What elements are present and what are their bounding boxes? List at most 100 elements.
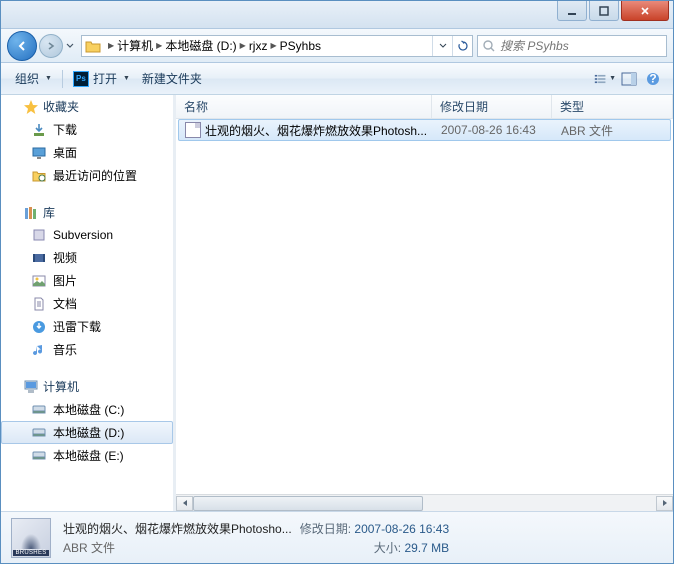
details-filename: 壮观的烟火、烟花爆炸燃放效果Photosho... <box>63 520 292 537</box>
details-pane: BRUSHES 壮观的烟火、烟花爆炸燃放效果Photosho... 修改日期: … <box>1 511 673 563</box>
libraries-header[interactable]: 库 <box>1 201 173 224</box>
sidebar-item-drive-c[interactable]: 本地磁盘 (C:) <box>1 398 173 421</box>
toolbar: 组织 ▼ Ps 打开▼ 新建文件夹 ▼ ? <box>1 63 673 95</box>
open-label: 打开 <box>93 70 117 87</box>
sidebar-item-desktop[interactable]: 桌面 <box>1 141 173 164</box>
sidebar-item-drive-e[interactable]: 本地磁盘 (E:) <box>1 444 173 467</box>
new-folder-label: 新建文件夹 <box>142 70 202 87</box>
computer-label: 计算机 <box>43 378 79 395</box>
minimize-button[interactable] <box>557 1 587 21</box>
item-label: 下载 <box>53 121 77 138</box>
sidebar-item-downloads[interactable]: 下载 <box>1 118 173 141</box>
favorites-header[interactable]: 收藏夹 <box>1 95 173 118</box>
downloads-icon <box>31 122 47 138</box>
breadcrumb: ▶ 计算机 ▶ 本地磁盘 (D:) ▶ rjxz ▶ PSyhbs <box>104 36 325 56</box>
drive-icon <box>31 425 47 441</box>
breadcrumb-item[interactable]: PSyhbs <box>280 39 321 53</box>
file-thumbnail: BRUSHES <box>11 518 51 558</box>
close-button[interactable] <box>621 1 669 21</box>
abr-file-icon <box>185 122 201 138</box>
back-button[interactable] <box>7 31 37 61</box>
item-label: 视频 <box>53 249 77 266</box>
open-with-button[interactable]: Ps 打开▼ <box>67 67 136 90</box>
view-options-button[interactable]: ▼ <box>594 68 616 90</box>
scroll-left-button[interactable] <box>176 496 193 511</box>
title-bar <box>1 1 673 29</box>
navigation-pane: 收藏夹 下载 桌面 最近访问的位置 库 Subversion 视频 图片 文档 … <box>1 95 173 511</box>
file-name: 壮观的烟火、烟花爆炸燃放效果Photosh... <box>205 122 427 139</box>
scroll-track[interactable] <box>193 496 656 511</box>
file-date: 2007-08-26 16:43 <box>433 123 553 137</box>
sidebar-item-music[interactable]: 音乐 <box>1 338 173 361</box>
search-box[interactable] <box>477 35 667 57</box>
breadcrumb-item[interactable]: rjxz <box>249 39 268 53</box>
sidebar-item-documents[interactable]: 文档 <box>1 292 173 315</box>
svg-text:?: ? <box>649 72 656 86</box>
sidebar-item-pictures[interactable]: 图片 <box>1 269 173 292</box>
breadcrumb-item[interactable]: 本地磁盘 (D:) <box>165 37 236 54</box>
computer-icon <box>23 379 39 395</box>
file-type: ABR 文件 <box>553 122 670 139</box>
pictures-icon <box>31 273 47 289</box>
music-icon <box>31 342 47 358</box>
chevron-down-icon: ▼ <box>45 75 52 82</box>
chevron-right-icon[interactable]: ▶ <box>240 41 246 50</box>
nav-bar: ▶ 计算机 ▶ 本地磁盘 (D:) ▶ rjxz ▶ PSyhbs <box>1 29 673 63</box>
sidebar-item-recent[interactable]: 最近访问的位置 <box>1 164 173 187</box>
chevron-right-icon[interactable]: ▶ <box>108 41 114 50</box>
sidebar-item-videos[interactable]: 视频 <box>1 246 173 269</box>
chevron-right-icon[interactable]: ▶ <box>270 41 276 50</box>
computer-header[interactable]: 计算机 <box>1 375 173 398</box>
refresh-button[interactable] <box>452 36 472 56</box>
date-value: 2007-08-26 16:43 <box>354 522 449 536</box>
address-dropdown[interactable] <box>432 36 452 56</box>
new-folder-button[interactable]: 新建文件夹 <box>136 67 208 90</box>
item-label: 图片 <box>53 272 77 289</box>
scroll-right-button[interactable] <box>656 496 673 511</box>
star-icon <box>23 99 39 115</box>
size-label: 大小: <box>374 541 401 555</box>
item-label: Subversion <box>53 228 113 242</box>
help-button[interactable]: ? <box>642 68 664 90</box>
sidebar-item-xunlei[interactable]: 迅雷下载 <box>1 315 173 338</box>
column-type[interactable]: 类型 <box>552 95 673 118</box>
divider <box>62 70 63 88</box>
details-filetype: ABR 文件 <box>63 539 115 556</box>
libraries-label: 库 <box>43 204 55 221</box>
file-list-pane: 名称 修改日期 类型 壮观的烟火、烟花爆炸燃放效果Photosh... 2007… <box>176 95 673 511</box>
search-icon <box>482 39 496 53</box>
computer-group: 计算机 本地磁盘 (C:) 本地磁盘 (D:) 本地磁盘 (E:) <box>1 375 173 467</box>
maximize-button[interactable] <box>589 1 619 21</box>
item-label: 迅雷下载 <box>53 318 101 335</box>
organize-menu[interactable]: 组织 ▼ <box>9 67 58 90</box>
favorites-label: 收藏夹 <box>43 98 79 115</box>
forward-button[interactable] <box>39 34 63 58</box>
horizontal-scrollbar <box>176 494 673 511</box>
item-label: 音乐 <box>53 341 77 358</box>
sidebar-item-subversion[interactable]: Subversion <box>1 224 173 246</box>
details-line1: 壮观的烟火、烟花爆炸燃放效果Photosho... 修改日期: 2007-08-… <box>63 520 449 537</box>
file-rows: 壮观的烟火、烟花爆炸燃放效果Photosh... 2007-08-26 16:4… <box>176 119 673 494</box>
sidebar-item-drive-d[interactable]: 本地磁盘 (D:) <box>1 421 173 444</box>
search-input[interactable] <box>500 39 662 53</box>
preview-pane-button[interactable] <box>618 68 640 90</box>
details-text: 壮观的烟火、烟花爆炸燃放效果Photosho... 修改日期: 2007-08-… <box>63 520 449 556</box>
explorer-window: ▶ 计算机 ▶ 本地磁盘 (D:) ▶ rjxz ▶ PSyhbs 组织 ▼ Ps… <box>0 0 674 564</box>
file-row[interactable]: 壮观的烟火、烟花爆炸燃放效果Photosh... 2007-08-26 16:4… <box>178 119 671 141</box>
item-label: 桌面 <box>53 144 77 161</box>
folder-icon <box>85 38 101 54</box>
organize-label: 组织 <box>15 70 39 87</box>
details-line2: ABR 文件 大小: 29.7 MB <box>63 539 449 556</box>
item-label: 本地磁盘 (E:) <box>53 447 124 464</box>
column-name[interactable]: 名称 <box>176 95 432 118</box>
libraries-group: 库 Subversion 视频 图片 文档 迅雷下载 音乐 <box>1 201 173 361</box>
breadcrumb-item[interactable]: 计算机 <box>117 37 153 54</box>
xunlei-icon <box>31 319 47 335</box>
photoshop-icon: Ps <box>73 71 89 87</box>
column-date[interactable]: 修改日期 <box>432 95 552 118</box>
subversion-icon <box>31 227 47 243</box>
scroll-thumb[interactable] <box>193 496 423 511</box>
address-bar[interactable]: ▶ 计算机 ▶ 本地磁盘 (D:) ▶ rjxz ▶ PSyhbs <box>81 35 473 57</box>
chevron-right-icon[interactable]: ▶ <box>156 41 162 50</box>
history-dropdown[interactable] <box>63 36 77 56</box>
